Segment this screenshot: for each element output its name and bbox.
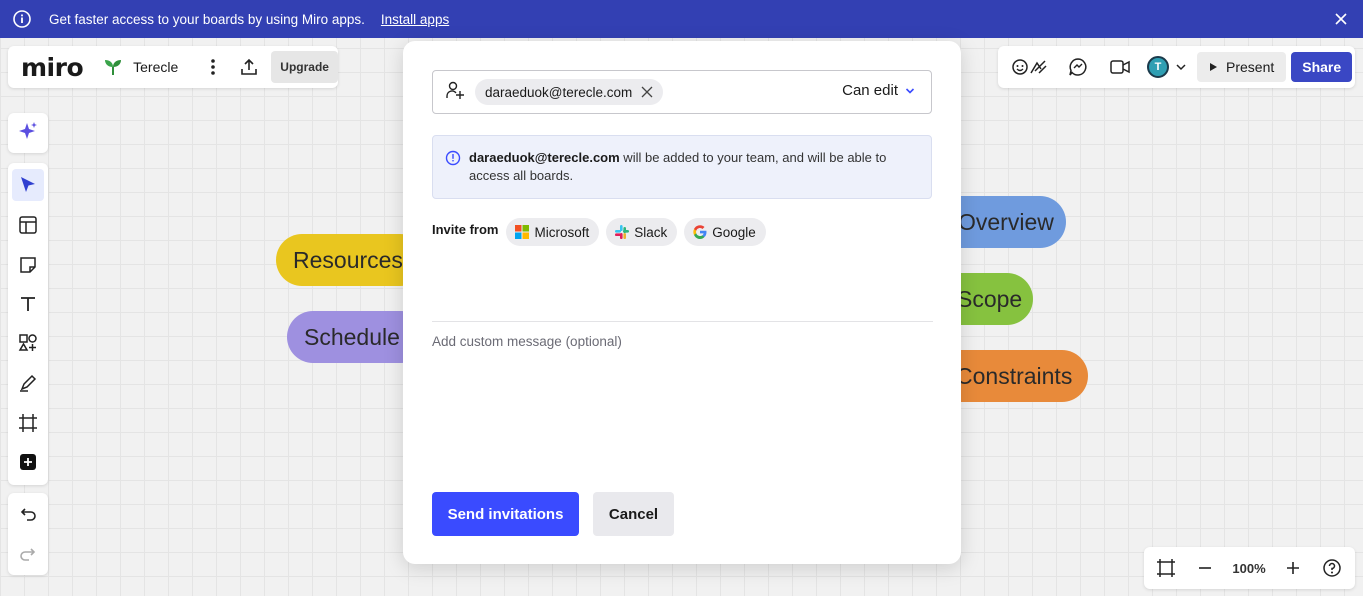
board-sprout-icon [103,57,123,77]
chevron-down-icon [905,87,915,94]
provider-label: Microsoft [534,224,590,240]
zoom-out-icon[interactable] [1192,555,1218,581]
install-apps-link[interactable]: Install apps [381,12,449,27]
share-button[interactable]: Share [1291,52,1353,82]
provider-label: Google [712,224,756,240]
redo-icon[interactable] [12,538,44,570]
info-icon [445,150,461,166]
sticker-label: Resources [293,246,403,273]
microsoft-icon [515,225,530,239]
history-toolbar [8,493,48,575]
help-icon[interactable] [1319,555,1345,581]
user-menu[interactable]: T [1147,56,1187,78]
close-icon[interactable] [1333,11,1349,27]
sticky-note-icon[interactable] [12,249,44,281]
send-invitations-button[interactable]: Send invitations [432,492,579,536]
invite-dialog: daraeduok@terecle.com Can edit daraeduok… [403,41,961,564]
invite-google-button[interactable]: Google [684,218,766,246]
chevron-down-icon [1175,58,1187,76]
text-tool-icon[interactable] [12,288,44,320]
permission-select[interactable]: Can edit [842,82,915,99]
email-chip[interactable]: daraeduok@terecle.com [475,79,664,105]
play-icon [1209,59,1218,75]
undo-icon[interactable] [12,498,44,530]
sticker-label: Scope [957,285,1023,312]
provider-label: Slack [634,224,668,240]
creation-toolbar [8,163,48,485]
google-icon [693,225,707,239]
select-tool-icon[interactable] [12,169,44,201]
invite-slack-button[interactable]: Slack [606,218,678,246]
sticker-label: Overview [958,208,1054,235]
upgrade-button[interactable]: Upgrade [271,51,338,83]
miro-logo[interactable]: miro [21,53,84,82]
info-icon [12,9,32,29]
more-options-icon[interactable] [200,53,226,81]
sticker-label: Constraints [956,362,1073,389]
collaboration-toolbar: T Present Share [998,46,1355,88]
shapes-icon[interactable] [12,327,44,359]
cancel-button[interactable]: Cancel [593,492,674,536]
invite-email-field[interactable]: daraeduok@terecle.com Can edit [432,70,932,114]
add-user-icon [445,80,465,105]
present-button[interactable]: Present [1197,52,1287,82]
avatar: T [1147,56,1169,78]
video-call-icon[interactable] [1107,54,1133,80]
more-apps-icon[interactable] [12,446,44,478]
remove-email-icon[interactable] [641,86,653,98]
zoom-in-icon[interactable] [1280,555,1306,581]
zoom-level[interactable]: 100% [1224,561,1274,576]
invite-from-label: Invite from [432,221,499,237]
frame-icon[interactable] [12,407,44,439]
invite-from-row: Invite from Microsoft Slack Google [432,218,773,246]
board-toolbar: miro Terecle Upgrade [8,46,338,88]
sparkle-icon[interactable] [17,120,39,147]
present-label: Present [1226,59,1275,75]
notice-email: daraeduok@terecle.com [469,150,620,165]
sticker-label: Schedule [304,323,400,350]
permission-label: Can edit [842,82,898,99]
export-icon[interactable] [236,53,262,81]
chat-icon[interactable] [1065,54,1091,80]
slack-icon [615,225,630,239]
zoom-toolbar: 100% [1144,547,1355,589]
pen-icon[interactable] [12,367,44,399]
ai-assist-box [8,113,48,153]
templates-icon[interactable] [12,209,44,241]
banner-message: Get faster access to your boards by usin… [49,11,365,27]
board-name[interactable]: Terecle [133,59,178,75]
invite-microsoft-button[interactable]: Microsoft [506,218,600,246]
custom-message-input[interactable] [432,334,932,464]
fit-to-screen-icon[interactable] [1153,555,1179,581]
reactions-icon[interactable] [1010,54,1050,80]
team-notice: daraeduok@terecle.com will be added to y… [432,135,932,199]
divider [432,321,933,322]
app-install-banner: Get faster access to your boards by usin… [0,0,1363,38]
email-chip-label: daraeduok@terecle.com [485,84,633,100]
